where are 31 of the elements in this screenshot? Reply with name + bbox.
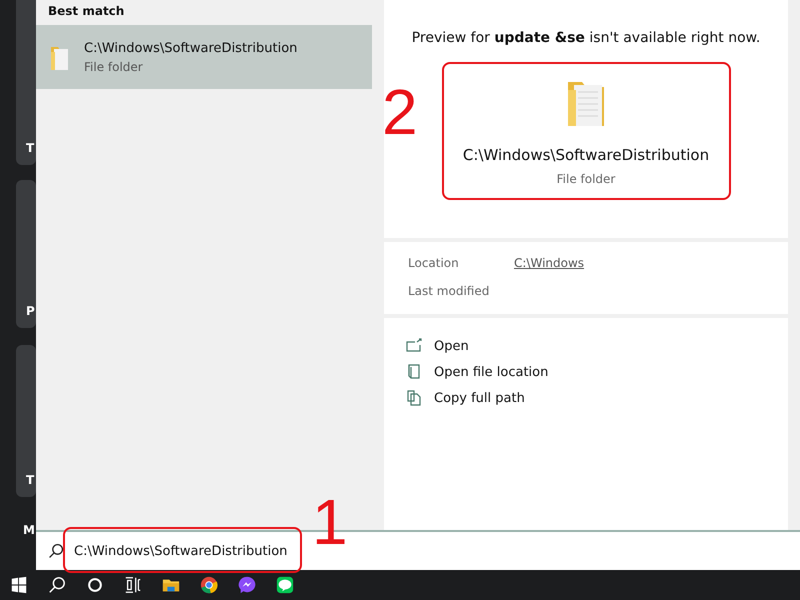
result-item[interactable]: C:\Windows\SoftwareDistribution File folder	[36, 25, 372, 89]
search-icon	[48, 543, 64, 559]
annotation-number: 2	[382, 80, 418, 144]
circle-icon[interactable]	[86, 576, 104, 594]
preview-type: File folder	[556, 172, 616, 186]
result-name: C:\Windows\SoftwareDistribution	[84, 40, 298, 56]
section-heading: Best match	[47, 3, 126, 20]
speech-bubble-icon[interactable]	[276, 576, 294, 594]
action-link[interactable]: Copy full path	[434, 390, 525, 406]
folder-outline-icon	[406, 364, 422, 380]
start-tile[interactable]: P	[16, 180, 36, 328]
detail-label: Last modified	[408, 284, 490, 298]
windows-logo-icon[interactable]	[10, 576, 28, 594]
annotation-number: 1	[312, 490, 348, 554]
search-field[interactable]: C:\Windows\SoftwareDistribution	[74, 544, 304, 558]
task-view-icon[interactable]	[124, 576, 142, 594]
location-link[interactable]: C:\Windows	[514, 256, 584, 270]
open-window-icon	[406, 338, 422, 354]
copy-icon	[406, 390, 422, 406]
preview-message: Preview for update &se isn't available right now.	[412, 29, 760, 46]
result-type: File folder	[84, 60, 144, 74]
detail-label: Location	[408, 256, 460, 270]
start-tile[interactable]: T	[16, 345, 36, 497]
chat-bubble-icon[interactable]	[238, 576, 256, 594]
round-browser-icon[interactable]	[200, 576, 218, 594]
search-icon[interactable]	[48, 576, 66, 594]
start-tile[interactable]: T	[16, 0, 36, 165]
preview-name: C:\Windows\SoftwareDistribution	[462, 146, 710, 164]
section-letter: M	[23, 523, 35, 537]
action-link[interactable]: Open	[434, 338, 469, 354]
action-link[interactable]: Open file location	[434, 364, 548, 380]
